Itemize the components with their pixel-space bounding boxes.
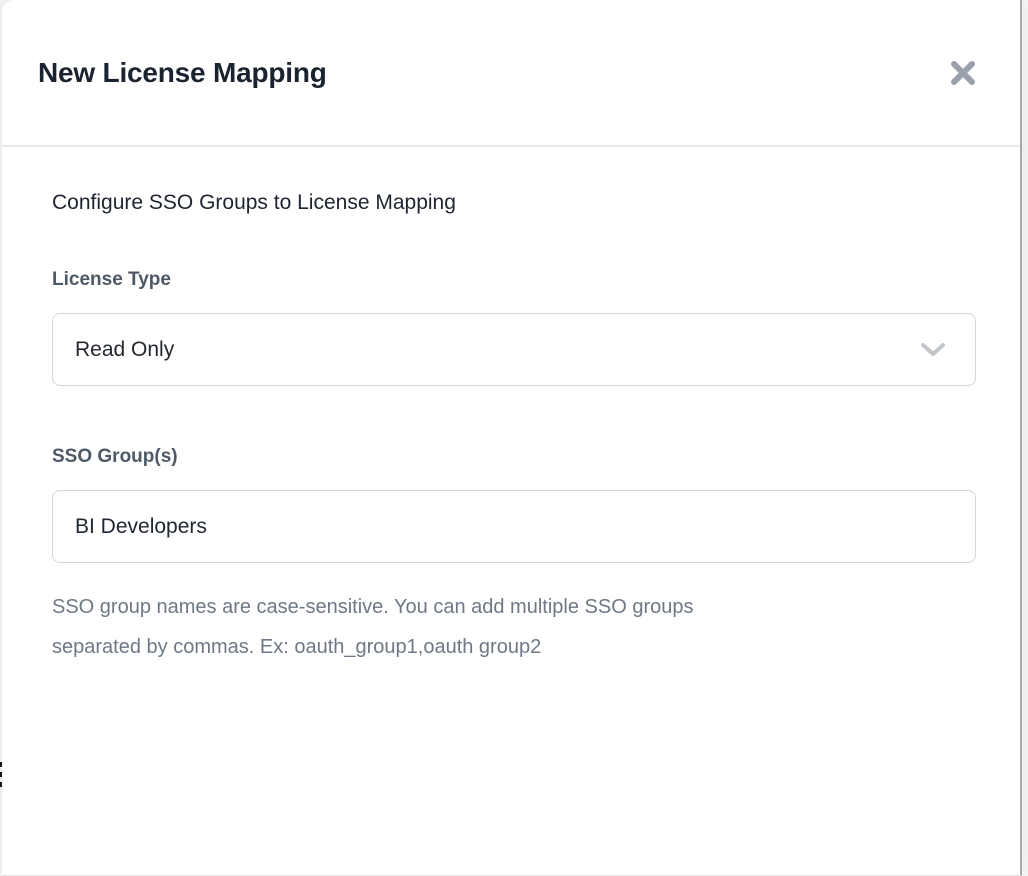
chevron-down-icon <box>921 343 945 357</box>
modal-description: Configure SSO Groups to License Mapping <box>52 189 976 217</box>
close-button[interactable] <box>946 56 980 90</box>
new-license-mapping-modal: New License Mapping Configure SSO Groups… <box>2 0 1022 876</box>
sso-groups-input[interactable] <box>52 490 976 563</box>
sso-groups-field: SSO Group(s) SSO group names are case-se… <box>52 446 976 667</box>
close-icon <box>948 58 978 88</box>
modal-body: Configure SSO Groups to License Mapping … <box>2 147 1020 667</box>
modal-title: New License Mapping <box>38 57 327 89</box>
license-type-label: License Type <box>52 269 976 291</box>
license-type-field: License Type Read Only <box>52 269 976 386</box>
sso-groups-label: SSO Group(s) <box>52 446 976 468</box>
modal-header: New License Mapping <box>2 0 1020 147</box>
sso-groups-help-text: SSO group names are case-sensitive. You … <box>52 587 782 667</box>
license-type-value: Read Only <box>75 338 174 362</box>
license-type-select[interactable]: Read Only <box>52 313 976 386</box>
